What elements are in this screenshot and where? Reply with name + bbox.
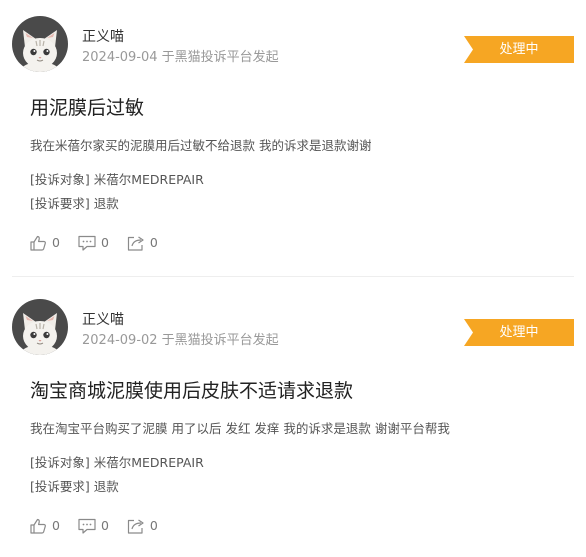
thumbs-up-icon bbox=[30, 235, 46, 251]
comment-icon bbox=[78, 235, 96, 251]
thumbs-up-icon bbox=[30, 518, 46, 534]
complaint-title[interactable]: 用泥膜后过敏 bbox=[30, 95, 144, 121]
action-bar: 0 0 0 bbox=[30, 233, 176, 253]
share-icon bbox=[127, 519, 144, 534]
comment-count: 0 bbox=[100, 518, 109, 533]
demand-value: 退款 bbox=[93, 196, 119, 211]
complaint-description: 我在淘宝平台购买了泥膜 用了以后 发红 发痒 我的诉求是退款 谢谢平台帮我 bbox=[30, 421, 450, 436]
comment-icon bbox=[78, 518, 96, 534]
status-badge: 处理中 bbox=[464, 36, 574, 63]
share-count: 0 bbox=[149, 518, 158, 533]
share-icon bbox=[127, 236, 144, 251]
comment-button[interactable]: 0 bbox=[78, 234, 109, 252]
post-meta: 2024-09-02 于黑猫投诉平台发起 bbox=[82, 333, 279, 348]
comment-count: 0 bbox=[100, 235, 109, 250]
complaint-demand-row: [投诉要求] 退款 bbox=[30, 478, 119, 496]
demand-label: [投诉要求] bbox=[30, 196, 90, 211]
target-label: [投诉对象] bbox=[30, 455, 90, 470]
like-count: 0 bbox=[52, 518, 60, 533]
target-value: 米蓓尔MEDREPAIR bbox=[93, 172, 204, 187]
like-count: 0 bbox=[52, 235, 60, 250]
like-button[interactable]: 0 bbox=[30, 234, 60, 252]
share-count: 0 bbox=[149, 235, 158, 250]
share-button[interactable]: 0 bbox=[127, 234, 158, 252]
cat-avatar-icon[interactable] bbox=[12, 299, 68, 355]
action-bar: 0 0 0 bbox=[30, 516, 176, 536]
complaint-demand-row: [投诉要求] 退款 bbox=[30, 195, 119, 213]
status-badge: 处理中 bbox=[464, 319, 574, 346]
complaint-card[interactable]: 正义喵 2024-09-04 于黑猫投诉平台发起 处理中 用泥膜后过敏 我在米蓓… bbox=[0, 0, 586, 277]
user-name[interactable]: 正义喵 bbox=[82, 311, 124, 329]
complaint-description: 我在米蓓尔家买的泥膜用后过敏不给退款 我的诉求是退款谢谢 bbox=[30, 138, 372, 153]
demand-label: [投诉要求] bbox=[30, 479, 90, 494]
target-value: 米蓓尔MEDREPAIR bbox=[93, 455, 204, 470]
complaint-target-row: [投诉对象] 米蓓尔MEDREPAIR bbox=[30, 171, 204, 189]
card-divider bbox=[12, 276, 574, 277]
complaint-title[interactable]: 淘宝商城泥膜使用后皮肤不适请求退款 bbox=[30, 378, 353, 404]
user-name[interactable]: 正义喵 bbox=[82, 28, 124, 46]
comment-button[interactable]: 0 bbox=[78, 517, 109, 535]
share-button[interactable]: 0 bbox=[127, 517, 158, 535]
demand-value: 退款 bbox=[93, 479, 119, 494]
complaint-target-row: [投诉对象] 米蓓尔MEDREPAIR bbox=[30, 454, 204, 472]
like-button[interactable]: 0 bbox=[30, 517, 60, 535]
post-meta: 2024-09-04 于黑猫投诉平台发起 bbox=[82, 50, 279, 65]
target-label: [投诉对象] bbox=[30, 172, 90, 187]
complaint-card[interactable]: 正义喵 2024-09-02 于黑猫投诉平台发起 处理中 淘宝商城泥膜使用后皮肤… bbox=[0, 283, 586, 557]
cat-avatar-icon[interactable] bbox=[12, 16, 68, 72]
